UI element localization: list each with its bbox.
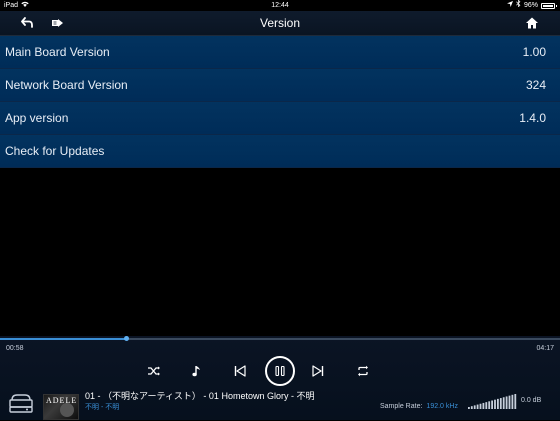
playback-controls [0,356,560,386]
volume-bar [508,395,511,409]
play-pause-button[interactable] [265,356,295,386]
elapsed-time: 00:58 [6,345,24,352]
volume-bar [497,398,499,409]
duration-time: 04:17 [536,345,554,352]
volume-bar [470,406,473,409]
location-icon [506,0,513,11]
album-art-portrait [60,403,74,417]
shuffle-icon [148,366,160,376]
row-value: 324 [525,78,546,92]
volume-bar [502,397,505,409]
list-item-network-board: Network Board Version 324 [0,69,560,102]
volume-bar [491,400,493,409]
battery-icon [541,2,557,9]
progress-fill [0,338,127,340]
version-list: Main Board Version 1.00 Network Board Ve… [0,36,560,168]
volume-bar [482,402,485,409]
home-button[interactable] [524,15,540,31]
volume-bar [485,402,488,409]
navbar: Version [0,11,560,36]
status-time: 12:44 [271,2,289,9]
volume-bar [511,394,514,409]
volume-bar [514,394,517,409]
bluetooth-icon [516,0,521,11]
volume-bar [499,398,502,409]
next-button[interactable] [310,363,326,379]
status-bar: iPad 12:44 96% [0,0,560,11]
device-select-button[interactable] [8,390,34,416]
volume-bar [468,407,470,409]
volume-bar [473,405,476,409]
volume-bar [494,399,496,409]
row-label: Network Board Version [5,78,128,92]
shuffle-button[interactable] [146,363,162,379]
progress-slider[interactable] [0,336,560,341]
page-title: Version [259,16,301,30]
sample-rate-label: Sample Rate: [380,403,423,410]
row-value: 1.4.0 [519,111,546,125]
home-icon [526,17,538,29]
sample-rate-value: 192.0 kHz [426,403,458,410]
volume-db: 0.0 dB [521,397,542,404]
skip-next-icon [312,365,324,377]
volume-bar [488,401,491,409]
skip-previous-icon [234,365,246,377]
volume-bar [505,396,508,409]
album-art[interactable]: ADELE [43,394,79,420]
now-playing: ADELE 01 - （不明なアーティスト） - 01 Hometown Glo… [0,388,560,420]
previous-button[interactable] [232,363,248,379]
list-item-app-version: App version 1.4.0 [0,102,560,135]
check-for-updates-button[interactable]: Check for Updates [0,135,560,168]
volume-bar [479,403,482,409]
row-label: Main Board Version [5,45,110,59]
battery-percent: 96% [523,2,538,9]
track-artist-album: 不明 - 不明 [85,404,120,411]
repeat-icon [358,365,368,377]
player-bar: 00:58 04:17 ADELE 01 - （不明なアーティスト） - 01 … [0,336,560,420]
list-item-main-board: Main Board Version 1.00 [0,36,560,69]
repeat-button[interactable] [355,363,371,379]
row-label: App version [5,111,69,125]
volume-meter[interactable] [468,393,518,409]
music-note-button[interactable] [189,363,205,379]
progress-knob[interactable] [124,336,130,341]
pause-icon [275,365,285,377]
music-note-icon [192,366,200,377]
track-title: 01 - （不明なアーティスト） - 01 Hometown Glory - 不… [85,391,315,401]
amplifier-device-icon [9,394,33,413]
sample-rate: Sample Rate: 192.0 kHz [380,403,458,410]
row-label: Check for Updates [5,144,105,158]
volume-bar [476,404,479,409]
row-value: 1.00 [522,45,546,59]
